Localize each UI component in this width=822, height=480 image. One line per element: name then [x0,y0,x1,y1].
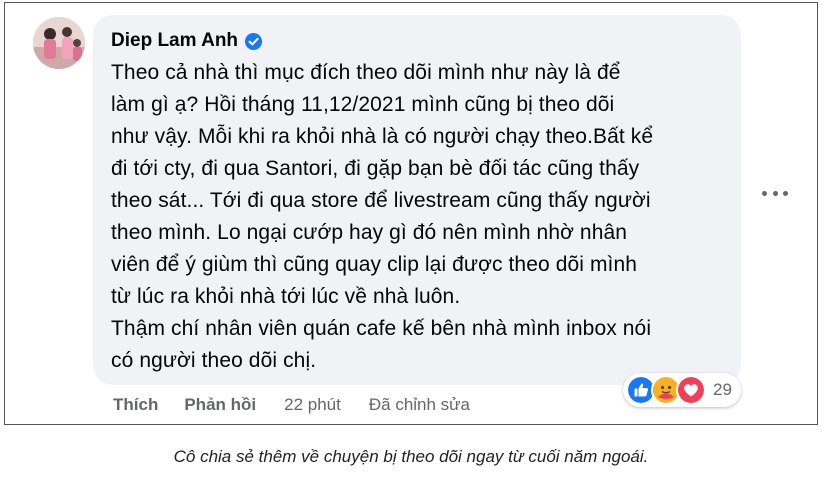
like-action[interactable]: Thích [113,395,158,415]
comment-header: Diep Lam Anh [111,29,723,53]
more-options-icon[interactable] [762,186,788,200]
avatar[interactable] [33,17,85,69]
comment-actions: Thích Phản hồi 22 phút Đã chỉnh sửa [113,393,470,417]
comment-timestamp[interactable]: 22 phút [284,395,341,415]
image-caption: Cô chia sẻ thêm về chuyện bị theo dõi ng… [173,447,649,466]
screenshot-frame: Diep Lam Anh Theo cả nhà thì mục đích th… [4,2,818,425]
comment-bubble: Diep Lam Anh Theo cả nhà thì mục đích th… [93,15,741,385]
reaction-count: 29 [713,380,732,399]
comment-text: Theo cả nhà thì mục đích theo dõi mình n… [111,61,654,372]
author-name[interactable]: Diep Lam Anh [111,30,238,52]
avatar-image [33,17,85,69]
reply-action[interactable]: Phản hồi [184,395,256,415]
love-icon [676,375,706,405]
reactions-summary[interactable]: 29 [623,373,741,407]
verified-badge-icon [244,32,263,50]
edited-label[interactable]: Đã chỉnh sửa [369,395,470,415]
